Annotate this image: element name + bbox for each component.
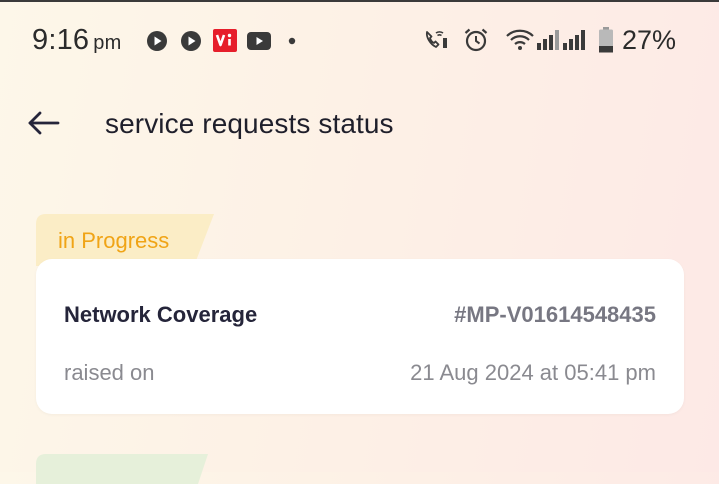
battery-percent: 27%	[622, 25, 677, 55]
notification-dot-icon	[288, 37, 296, 45]
youtube-icon	[247, 32, 271, 50]
signal-icon	[563, 30, 585, 50]
wifi-icon	[506, 29, 534, 50]
request-id: #MP-V01614548435	[454, 302, 656, 327]
top-edge-line	[0, 0, 719, 2]
status-badge: in Progress	[58, 228, 170, 253]
battery-icon	[599, 27, 613, 53]
request-title: Network Coverage	[64, 302, 258, 327]
status-time-value: 9:16	[32, 24, 90, 56]
raised-on-date: 21 Aug 2024 at 05:41 pm	[410, 360, 656, 385]
page-title: service requests status	[105, 108, 394, 139]
play-circle-icon	[181, 31, 201, 51]
status-time-ampm: pm	[93, 32, 122, 54]
wifi-calling-icon	[425, 31, 447, 48]
service-request-card[interactable]: Network Coverage #MP-V01614548435 raised…	[36, 259, 684, 414]
status-time: 9:16 pm	[32, 24, 121, 57]
raised-on-label: raised on	[64, 360, 155, 385]
back-arrow-icon[interactable]	[26, 106, 62, 140]
signal-icon	[537, 30, 559, 50]
play-circle-icon	[147, 31, 167, 51]
vi-app-icon	[213, 29, 237, 52]
next-status-tag	[36, 454, 208, 484]
status-bar: 9:16 pm 27%	[0, 20, 719, 60]
alarm-icon	[464, 28, 488, 52]
